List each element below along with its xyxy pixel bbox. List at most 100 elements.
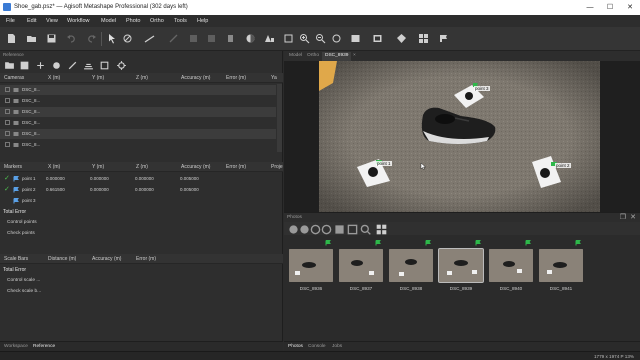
camera-checkbox[interactable]: [5, 109, 10, 114]
cameras-scrollbar[interactable]: [277, 84, 282, 152]
zoom-out-icon[interactable]: [315, 33, 326, 44]
menu-model[interactable]: Model: [101, 18, 116, 24]
photo-thumbnail[interactable]: [289, 249, 333, 282]
optimize-cameras-icon[interactable]: [51, 60, 61, 70]
view-errors-icon[interactable]: [83, 60, 93, 70]
col-projections[interactable]: Proje: [271, 164, 283, 170]
update-transform-icon[interactable]: [67, 60, 77, 70]
menu-photo[interactable]: Photo: [126, 18, 140, 24]
rotate-view-icon[interactable]: [331, 33, 342, 44]
check-icon[interactable]: ✓: [4, 174, 10, 182]
camera-row[interactable]: DSC_8...: [0, 118, 276, 128]
camera-checkbox[interactable]: [5, 98, 10, 103]
close-window-button[interactable]: ✕: [620, 0, 640, 15]
menu-view[interactable]: View: [46, 18, 58, 24]
grid-view-icon[interactable]: [418, 33, 429, 44]
float-pane-icon[interactable]: ❐: [620, 213, 626, 221]
filter-photos-icon[interactable]: [334, 224, 344, 234]
close-tab-icon[interactable]: ×: [350, 52, 359, 61]
zoom-in-icon[interactable]: [299, 33, 310, 44]
col-y[interactable]: Y (m): [92, 75, 104, 81]
col-accuracy[interactable]: Accuracy (m): [181, 75, 210, 81]
col-x[interactable]: X (m): [48, 164, 60, 170]
camera-row[interactable]: DSC_8...: [0, 85, 276, 95]
camera-row[interactable]: DSC_8...: [0, 129, 276, 139]
menu-workflow[interactable]: Workflow: [67, 18, 90, 24]
menu-edit[interactable]: Edit: [27, 18, 36, 24]
crop-selection-icon[interactable]: [206, 33, 217, 44]
reference-settings-gear-icon[interactable]: [116, 60, 126, 70]
marker-row[interactable]: point 3: [0, 196, 276, 206]
check-points-row[interactable]: Check points: [7, 231, 35, 236]
marker-z[interactable]: 0.000000: [135, 187, 154, 192]
import-reference-icon[interactable]: [4, 60, 14, 70]
menu-tools[interactable]: Tools: [174, 18, 187, 24]
marker-x[interactable]: 0.000000: [46, 176, 65, 181]
col-z[interactable]: Z (m): [136, 164, 148, 170]
check-scale-row[interactable]: Check scale b...: [7, 289, 41, 294]
tab-model[interactable]: Model: [286, 52, 305, 61]
draw-polyline-icon[interactable]: [168, 33, 179, 44]
marker-row[interactable]: ✓ point 2 0.661500 0.000000 0.000000 0.0…: [0, 185, 276, 195]
col-y[interactable]: Y (m): [92, 164, 104, 170]
tab-photos[interactable]: Photos: [288, 344, 303, 349]
control-points-row[interactable]: Control points: [7, 220, 37, 225]
col-z[interactable]: Z (m): [136, 75, 148, 81]
maximize-button[interactable]: ☐: [600, 0, 620, 15]
rotate-left-icon[interactable]: [310, 224, 321, 235]
tab-ortho[interactable]: Ortho: [304, 52, 322, 61]
markers-visibility-icon[interactable]: [438, 33, 449, 44]
col-scale-bars[interactable]: Scale Bars: [4, 256, 28, 262]
export-reference-icon[interactable]: [19, 60, 29, 70]
tab-console[interactable]: Console: [308, 344, 326, 349]
camera-row[interactable]: DSC_8...: [0, 140, 276, 150]
check-icon[interactable]: ✓: [4, 185, 10, 193]
reset-cameras-icon[interactable]: [299, 224, 309, 234]
tab-photo-dsc8939[interactable]: DSC_8939: [322, 52, 352, 61]
camera-checkbox[interactable]: [5, 87, 10, 92]
tab-reference[interactable]: Reference: [33, 344, 55, 349]
camera-row[interactable]: DSC_8...: [0, 96, 276, 106]
new-project-icon[interactable]: [6, 33, 17, 44]
show-cameras-icon[interactable]: [264, 33, 275, 44]
delete-selection-icon[interactable]: [225, 33, 236, 44]
close-pane-icon[interactable]: ✕: [630, 213, 636, 221]
photo-thumbnail[interactable]: [389, 249, 433, 282]
model-view-icon[interactable]: [350, 33, 361, 44]
col-distance[interactable]: Distance (m): [48, 256, 76, 262]
tab-jobs[interactable]: Jobs: [332, 344, 342, 349]
zoom-photo-icon[interactable]: [360, 224, 371, 235]
col-accuracy[interactable]: Accuracy (m): [92, 256, 121, 262]
col-error[interactable]: Error (m): [136, 256, 156, 262]
menu-ortho[interactable]: Ortho: [150, 18, 164, 24]
calibrate-icon[interactable]: [347, 224, 358, 235]
open-folder-icon[interactable]: [26, 33, 37, 44]
tab-workspace[interactable]: Workspace: [4, 344, 28, 349]
undo-icon[interactable]: [66, 33, 77, 44]
marker-z[interactable]: 0.000000: [135, 176, 154, 181]
col-markers[interactable]: Markers: [4, 164, 22, 170]
shape-view-icon[interactable]: [396, 33, 407, 44]
redo-icon[interactable]: [86, 33, 97, 44]
menu-help[interactable]: Help: [197, 18, 208, 24]
minimize-button[interactable]: —: [580, 0, 600, 15]
marker-row[interactable]: ✓ point 1 0.000000 0.000000 0.000000 0.0…: [0, 174, 276, 184]
marker-label-point-1[interactable]: point 1: [376, 161, 392, 166]
cut-selection-icon[interactable]: [188, 33, 199, 44]
reset-view-icon[interactable]: [283, 33, 294, 44]
menu-file[interactable]: File: [6, 18, 15, 24]
marker-y[interactable]: 0.000000: [90, 176, 109, 181]
marker-x[interactable]: 0.661500: [46, 187, 65, 192]
remove-cameras-icon[interactable]: [288, 224, 298, 234]
camera-row[interactable]: DSC_8...: [0, 107, 276, 117]
col-error[interactable]: Error (m): [226, 75, 246, 81]
control-scale-row[interactable]: Control scale ...: [7, 278, 40, 283]
photo-thumbnail[interactable]: [539, 249, 583, 282]
camera-checkbox[interactable]: [5, 120, 10, 125]
col-accuracy[interactable]: Accuracy (m): [181, 164, 210, 170]
camera-checkbox[interactable]: [5, 142, 10, 147]
marker-label-point-3[interactable]: point 3: [474, 86, 490, 91]
camera-checkbox[interactable]: [5, 131, 10, 136]
texture-view-icon[interactable]: [372, 33, 383, 44]
photo-viewport[interactable]: point 3 point 1 point 2: [319, 61, 600, 212]
